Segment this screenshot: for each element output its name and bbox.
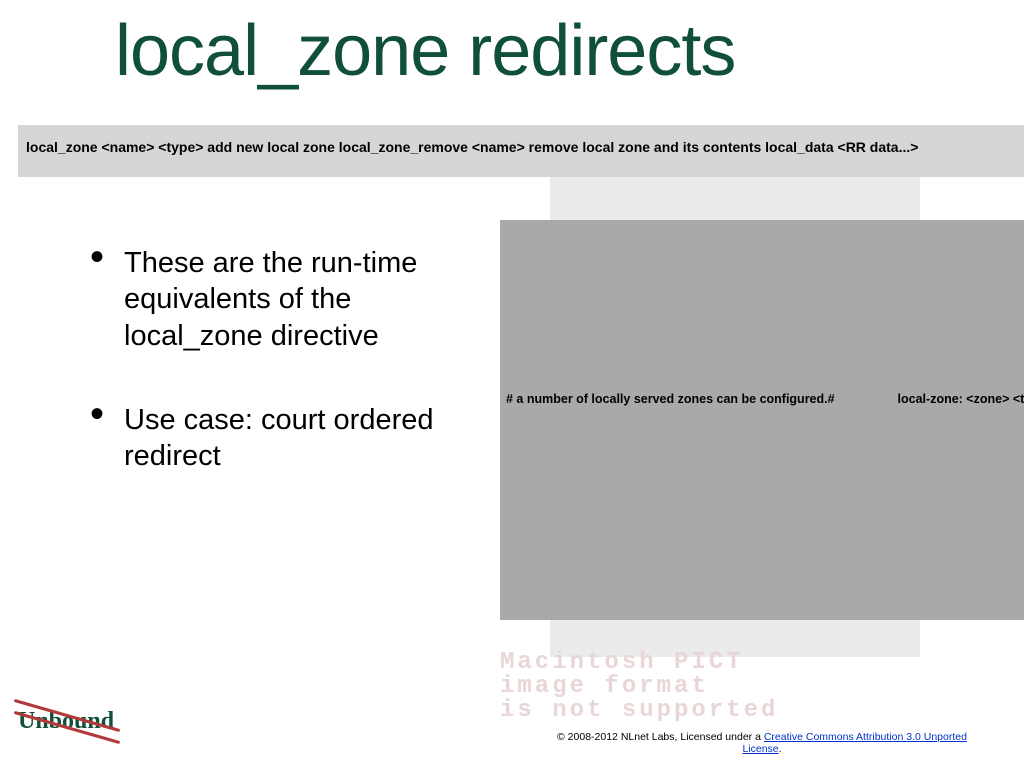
unbound-logo: Unbound [18, 704, 118, 740]
footer-license-link-2[interactable]: License [742, 743, 778, 755]
ghost-left: # a number of locally served zones can b… [506, 392, 835, 406]
bullet-item: • Use case: court ordered redirect [90, 402, 490, 475]
ghost-comment-row: # a number of locally served zones can b… [506, 392, 1024, 406]
footer-license-link[interactable]: Creative Commons Attribution 3.0 Unporte… [764, 731, 967, 743]
footer-suffix: . [779, 743, 782, 755]
slide-title: local_zone redirects [115, 10, 735, 92]
mac-pict-warning: Macintosh PICTimage formatis not support… [500, 651, 778, 723]
footer-prefix: © 2008-2012 NLnet Labs, Licensed under a [557, 731, 764, 743]
command-bar-text: local_zone <name> <type> add new local z… [26, 139, 918, 155]
bullet-icon: • [90, 245, 104, 269]
bullet-text: Use case: court ordered redirect [124, 402, 490, 475]
ghost-right: local-zone: <zone> <type># [898, 392, 1024, 406]
bullet-list: • These are the run-time equivalents of … [90, 245, 490, 522]
gray-block-dark [500, 220, 1024, 620]
bullet-icon: • [90, 402, 104, 426]
footer-license: © 2008-2012 NLnet Labs, Licensed under a… [542, 731, 982, 756]
bullet-item: • These are the run-time equivalents of … [90, 245, 490, 354]
bullet-text: These are the run-time equivalents of th… [124, 245, 490, 354]
logo-text: Unbound [18, 708, 114, 735]
